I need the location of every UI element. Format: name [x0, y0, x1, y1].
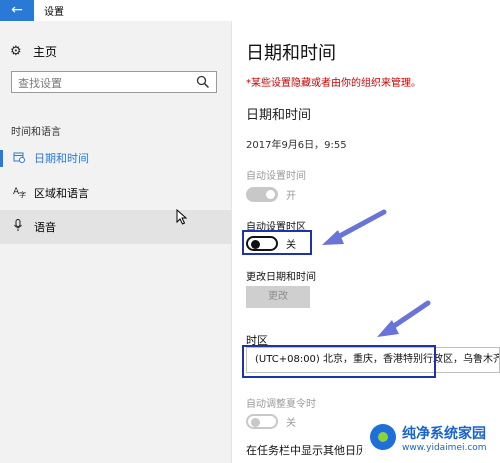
main-panel: 日期和时间 *某些设置隐藏或者由你的组织来管理。 日期和时间 2017年9月6日…: [232, 21, 500, 463]
toggle-thumb: [266, 190, 275, 199]
back-arrow-icon: ←: [11, 2, 23, 18]
section-label: 时间和语言: [11, 127, 61, 138]
sidebar-item-region-language[interactable]: A字 区域和语言: [0, 176, 232, 210]
auto-dst-toggle[interactable]: 关: [246, 414, 296, 429]
watermark-logo-icon: [370, 424, 396, 450]
auto-dst-label: 自动调整夏令时: [246, 399, 316, 410]
sidebar-item-speech[interactable]: 语音: [0, 210, 232, 244]
annotation-box: [242, 230, 312, 255]
watermark-url: www.yidaimei.com: [402, 443, 487, 453]
mouse-cursor-icon: [176, 209, 188, 225]
toggle-track: [246, 414, 278, 429]
taskbar-calendar-label: 在任务栏中显示其他日历: [246, 444, 367, 457]
back-button[interactable]: ←: [0, 0, 34, 21]
sidebar-item-label: 区域和语言: [34, 187, 89, 200]
title-bar: ← 设置: [0, 0, 500, 21]
language-icon: A字: [13, 185, 27, 201]
search-input[interactable]: [12, 73, 192, 94]
watermark-name: 纯净系统家园: [402, 426, 486, 442]
watermark: 纯净系统家园 www.yidaimei.com: [362, 418, 500, 463]
sidebar-item-date-time[interactable]: 日期和时间: [0, 141, 232, 175]
auto-time-label: 自动设置时间: [246, 171, 306, 182]
section-heading: 日期和时间: [246, 108, 312, 123]
toggle-thumb: [251, 418, 260, 427]
page-title: 日期和时间: [246, 43, 336, 64]
current-datetime: 2017年9月6日，9:55: [246, 140, 347, 151]
sidebar: ⚙ 主页 时间和语言 日期和时间 A字 区域和语言 语音: [0, 21, 232, 463]
annotation-box: [242, 345, 436, 378]
toggle-track: [246, 187, 278, 202]
toggle-state: 关: [286, 418, 296, 429]
auto-time-toggle[interactable]: 开: [246, 187, 296, 202]
change-datetime-button[interactable]: 更改: [246, 286, 310, 308]
sidebar-item-label: 语音: [34, 221, 56, 234]
svg-text:字: 字: [19, 190, 26, 198]
change-datetime-label: 更改日期和时间: [246, 272, 316, 283]
toggle-state: 开: [286, 191, 296, 202]
sidebar-item-label: 日期和时间: [34, 152, 89, 165]
home-label: 主页: [33, 45, 58, 59]
policy-warning: *某些设置隐藏或者由你的组织来管理。: [246, 78, 421, 89]
window-title: 设置: [44, 7, 64, 18]
search-box[interactable]: [11, 71, 217, 94]
calendar-clock-icon: [13, 151, 27, 166]
search-icon[interactable]: [196, 75, 210, 89]
microphone-icon: [13, 219, 27, 235]
home-nav-item[interactable]: ⚙ 主页: [10, 43, 57, 60]
gear-icon: ⚙: [10, 44, 22, 59]
